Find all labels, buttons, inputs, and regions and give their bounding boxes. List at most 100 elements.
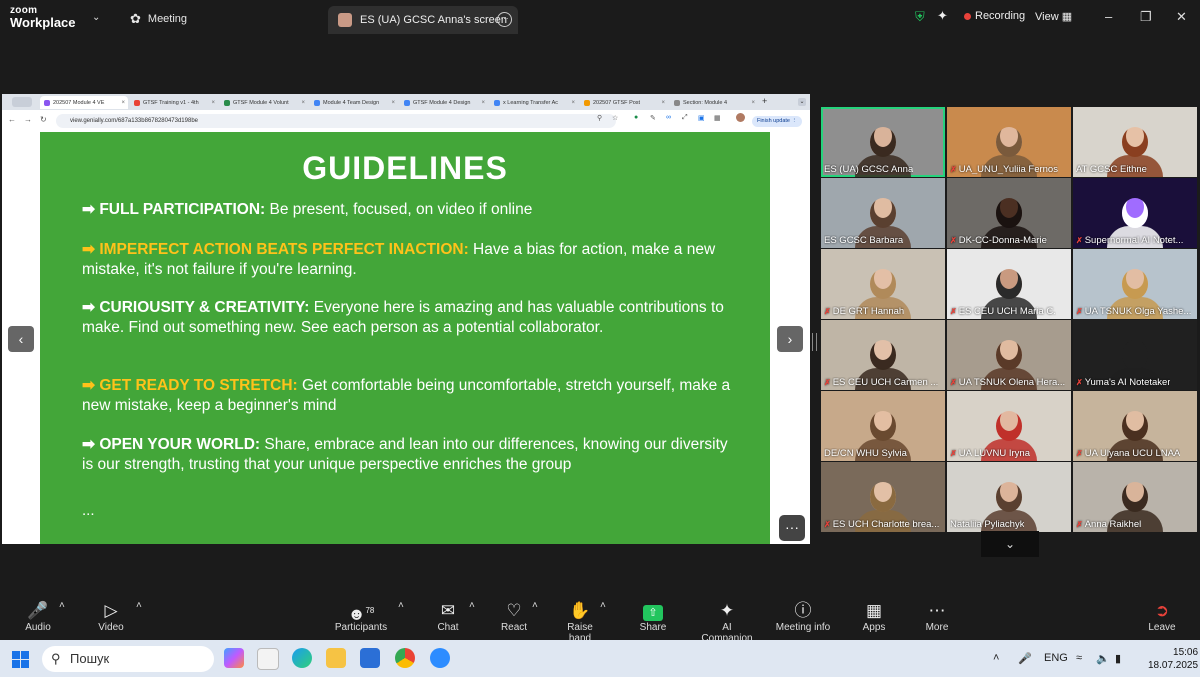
- close-icon[interactable]: ✕: [1176, 9, 1187, 25]
- close-tab-icon[interactable]: ×: [481, 100, 485, 106]
- ai-sparkle-icon[interactable]: ✦: [937, 8, 948, 24]
- copilot-app-icon[interactable]: [224, 648, 244, 668]
- battery-icon[interactable]: ▮: [1115, 652, 1121, 665]
- extension-icon[interactable]: ●: [634, 114, 638, 121]
- gallery-scroll-down-button[interactable]: ⌄: [981, 531, 1039, 557]
- participant-tile[interactable]: ✗ UA TSNUK Olga Yashe...: [1073, 249, 1197, 319]
- chrome-browser-icon[interactable]: [395, 648, 415, 668]
- browser-tab[interactable]: Module 4 Team Design ×: [310, 96, 398, 109]
- new-tab-icon[interactable]: +: [762, 96, 767, 106]
- participant-tile[interactable]: ✗ UA LUVNU Iryna: [947, 391, 1071, 461]
- participant-tile[interactable]: ✗ ES CEU UCH Maria C.: [947, 249, 1071, 319]
- translate-icon[interactable]: ▣: [698, 114, 705, 122]
- epanel-app-icon[interactable]: [257, 648, 279, 670]
- forward-arrow-icon[interactable]: →: [24, 115, 32, 124]
- file-explorer-icon[interactable]: [326, 648, 346, 668]
- close-tab-icon[interactable]: ×: [211, 100, 215, 106]
- audio-options-caret-icon[interactable]: ˄: [59, 600, 65, 611]
- zoom-magnifier-icon[interactable]: ⚲: [597, 114, 602, 122]
- view-button[interactable]: View ▦: [1035, 10, 1072, 23]
- finish-update-button[interactable]: Finish update ⋮: [752, 116, 802, 127]
- participant-tile[interactable]: ✗ ES UCH Charlotte brea...: [821, 462, 945, 532]
- ai-companion-button[interactable]: ✦ AI Companion: [696, 600, 758, 644]
- close-tab-icon[interactable]: ×: [571, 100, 575, 106]
- close-tab-icon[interactable]: ×: [121, 100, 125, 106]
- raise-hand-options-caret-icon[interactable]: ˄: [600, 600, 606, 611]
- participants-options-caret-icon[interactable]: ˄: [398, 600, 404, 611]
- edge-browser-icon[interactable]: [292, 648, 312, 668]
- participant-tile[interactable]: ✗ UA_UNU_Yuliia Fernos: [947, 107, 1071, 177]
- more-options-icon[interactable]: ···: [497, 12, 512, 27]
- participant-tile[interactable]: ✗ DK-CC-Donna-Marie: [947, 178, 1071, 248]
- pen-icon[interactable]: ✎: [650, 114, 656, 122]
- participant-tile[interactable]: Nataliia Pyliachyk: [947, 462, 1071, 532]
- close-tab-icon[interactable]: ×: [391, 100, 395, 106]
- shield-check-icon[interactable]: ⛨: [915, 9, 925, 25]
- taskbar-search-input[interactable]: ⚲ Пошук: [42, 646, 214, 672]
- profile-avatar-icon[interactable]: [736, 113, 745, 122]
- puzzle-icon[interactable]: ▦: [714, 114, 721, 122]
- chat-options-caret-icon[interactable]: ˄: [469, 600, 475, 611]
- previous-slide-button[interactable]: ‹: [8, 326, 34, 352]
- participant-tile[interactable]: ✗ DE GRT Hannah: [821, 249, 945, 319]
- video-button[interactable]: ▷ Video: [94, 600, 128, 633]
- chevron-down-icon[interactable]: ⌄: [92, 12, 100, 23]
- minimize-icon[interactable]: –: [1105, 9, 1112, 24]
- microsoft-store-icon[interactable]: [360, 648, 380, 668]
- browser-tab[interactable]: GTSF Module 4 Volunt ×: [220, 96, 308, 109]
- react-button[interactable]: ♡ React: [499, 600, 529, 633]
- back-arrow-icon[interactable]: ←: [8, 115, 16, 124]
- apps-button[interactable]: ▦ Apps: [860, 600, 888, 633]
- participant-tile[interactable]: ✗ ES CEU UCH Carmen ...: [821, 320, 945, 390]
- bookmark-star-icon[interactable]: ☆: [612, 114, 618, 122]
- next-slide-button[interactable]: ›: [777, 326, 803, 352]
- browser-tab[interactable]: 202507 Module 4 VE ×: [40, 96, 128, 109]
- system-clock[interactable]: 15:06 18.07.2025: [1148, 646, 1198, 672]
- browser-tab[interactable]: 202507 GTSF Post ×: [580, 96, 668, 109]
- close-tab-icon[interactable]: ×: [301, 100, 305, 106]
- participant-tile[interactable]: ES (UA) GCSC Anna: [821, 107, 945, 177]
- wifi-icon[interactable]: ≈: [1076, 652, 1082, 664]
- share-button[interactable]: ⇧ Share: [636, 600, 670, 633]
- raise-hand-button[interactable]: ✋ Raise hand: [555, 600, 605, 644]
- meeting-info-button[interactable]: ⓘ Meeting info: [774, 600, 832, 633]
- zoom-app-icon[interactable]: [430, 648, 450, 668]
- browser-tab[interactable]: Section: Module 4 ×: [670, 96, 758, 109]
- microphone-tray-icon[interactable]: 🎤: [1018, 652, 1032, 665]
- tab-search-icon[interactable]: ⌄: [798, 98, 806, 106]
- browser-tab[interactable]: GTSF Module 4 Design ×: [400, 96, 488, 109]
- leave-button[interactable]: ➲ Leave: [1146, 600, 1178, 633]
- browser-tab[interactable]: x Learning Transfer Ac ×: [490, 96, 578, 109]
- meeting-tab[interactable]: ✿ Meeting: [130, 11, 187, 27]
- participant-tile[interactable]: ✗ UA TSNUK Olena Hera...: [947, 320, 1071, 390]
- participant-tile[interactable]: ✗ Supernormal AI Notet...: [1073, 178, 1197, 248]
- more-button[interactable]: ⋯ More: [922, 600, 952, 633]
- browser-tab[interactable]: GTSF Training v1 - 4th ×: [130, 96, 218, 109]
- participants-button[interactable]: ☻78 Participants: [333, 600, 389, 633]
- resize-handle[interactable]: [812, 333, 817, 351]
- fullscreen-icon[interactable]: ⤢: [682, 114, 688, 122]
- participant-tile[interactable]: ES GCSC Barbara: [821, 178, 945, 248]
- shared-screen-tab[interactable]: ES (UA) GCSC Anna's screen ···: [328, 6, 518, 34]
- slide-more-button[interactable]: ···: [779, 515, 805, 541]
- show-hidden-icons-icon[interactable]: ˄: [993, 652, 999, 664]
- close-tab-icon[interactable]: ×: [661, 100, 665, 106]
- video-options-caret-icon[interactable]: ˄: [136, 600, 142, 611]
- recording-indicator[interactable]: Recording: [964, 10, 1025, 22]
- participant-tile[interactable]: AT GCSC Eithne: [1073, 107, 1197, 177]
- audio-button[interactable]: 🎤 Audio: [22, 600, 54, 633]
- volume-icon[interactable]: 🔈: [1096, 652, 1110, 665]
- chat-button[interactable]: ✉ Chat: [434, 600, 462, 633]
- language-indicator[interactable]: ENG: [1044, 652, 1068, 664]
- close-tab-icon[interactable]: ×: [751, 100, 755, 106]
- participant-tile[interactable]: ✗ Anna Raikhel: [1073, 462, 1197, 532]
- link-icon[interactable]: ∞: [666, 114, 671, 121]
- url-field[interactable]: view.genially.com/687a133b8678280473d198…: [56, 114, 616, 128]
- participant-tile[interactable]: ✗ UA Ulyana UCU LNAA: [1073, 391, 1197, 461]
- participant-tile[interactable]: DE/CN WHU Sylvia: [821, 391, 945, 461]
- reload-icon[interactable]: ↻: [40, 115, 47, 124]
- restore-icon[interactable]: ❐: [1140, 9, 1152, 25]
- react-options-caret-icon[interactable]: ˄: [532, 600, 538, 611]
- tab-groups-icon[interactable]: [12, 97, 32, 107]
- windows-start-icon[interactable]: [12, 651, 29, 668]
